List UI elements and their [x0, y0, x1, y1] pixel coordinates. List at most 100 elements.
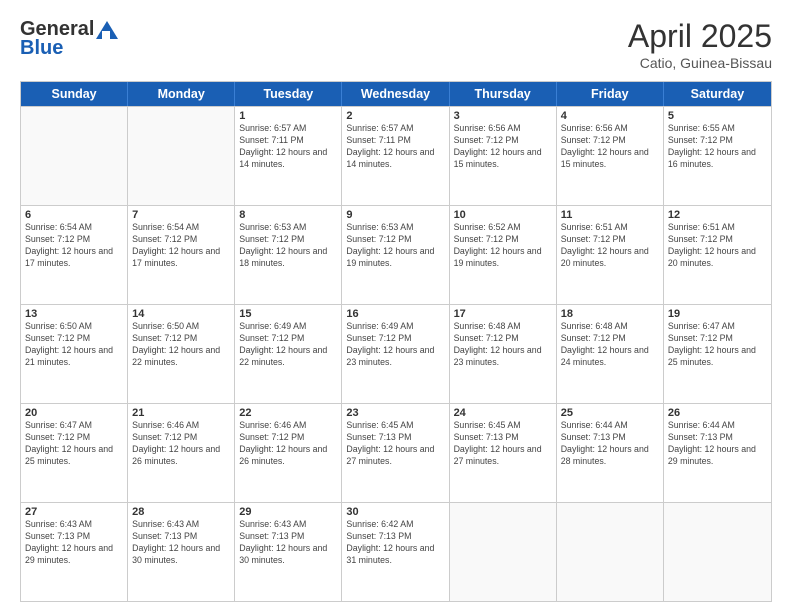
calendar-cell: 4Sunrise: 6:56 AM Sunset: 7:12 PM Daylig… — [557, 107, 664, 205]
calendar-cell: 29Sunrise: 6:43 AM Sunset: 7:13 PM Dayli… — [235, 503, 342, 601]
day-number: 3 — [454, 110, 552, 122]
day-info: Sunrise: 6:43 AM Sunset: 7:13 PM Dayligh… — [239, 519, 337, 567]
calendar-cell — [664, 503, 771, 601]
day-info: Sunrise: 6:45 AM Sunset: 7:13 PM Dayligh… — [346, 420, 444, 468]
day-info: Sunrise: 6:51 AM Sunset: 7:12 PM Dayligh… — [561, 222, 659, 270]
day-info: Sunrise: 6:50 AM Sunset: 7:12 PM Dayligh… — [25, 321, 123, 369]
day-info: Sunrise: 6:57 AM Sunset: 7:11 PM Dayligh… — [346, 123, 444, 171]
day-info: Sunrise: 6:46 AM Sunset: 7:12 PM Dayligh… — [132, 420, 230, 468]
header-day-saturday: Saturday — [664, 82, 771, 106]
calendar-cell: 10Sunrise: 6:52 AM Sunset: 7:12 PM Dayli… — [450, 206, 557, 304]
calendar-cell: 16Sunrise: 6:49 AM Sunset: 7:12 PM Dayli… — [342, 305, 449, 403]
day-info: Sunrise: 6:45 AM Sunset: 7:13 PM Dayligh… — [454, 420, 552, 468]
day-number: 8 — [239, 209, 337, 221]
calendar-cell — [128, 107, 235, 205]
calendar-cell: 8Sunrise: 6:53 AM Sunset: 7:12 PM Daylig… — [235, 206, 342, 304]
calendar-cell: 21Sunrise: 6:46 AM Sunset: 7:12 PM Dayli… — [128, 404, 235, 502]
day-info: Sunrise: 6:44 AM Sunset: 7:13 PM Dayligh… — [561, 420, 659, 468]
calendar-cell: 24Sunrise: 6:45 AM Sunset: 7:13 PM Dayli… — [450, 404, 557, 502]
calendar-cell: 12Sunrise: 6:51 AM Sunset: 7:12 PM Dayli… — [664, 206, 771, 304]
day-number: 24 — [454, 407, 552, 419]
day-number: 7 — [132, 209, 230, 221]
calendar-week-2: 6Sunrise: 6:54 AM Sunset: 7:12 PM Daylig… — [21, 205, 771, 304]
header-day-friday: Friday — [557, 82, 664, 106]
calendar-cell: 7Sunrise: 6:54 AM Sunset: 7:12 PM Daylig… — [128, 206, 235, 304]
day-info: Sunrise: 6:51 AM Sunset: 7:12 PM Dayligh… — [668, 222, 767, 270]
day-info: Sunrise: 6:44 AM Sunset: 7:13 PM Dayligh… — [668, 420, 767, 468]
day-number: 13 — [25, 308, 123, 320]
day-number: 28 — [132, 506, 230, 518]
calendar-cell: 28Sunrise: 6:43 AM Sunset: 7:13 PM Dayli… — [128, 503, 235, 601]
calendar-cell: 18Sunrise: 6:48 AM Sunset: 7:12 PM Dayli… — [557, 305, 664, 403]
day-info: Sunrise: 6:46 AM Sunset: 7:12 PM Dayligh… — [239, 420, 337, 468]
day-info: Sunrise: 6:53 AM Sunset: 7:12 PM Dayligh… — [346, 222, 444, 270]
day-number: 11 — [561, 209, 659, 221]
page: General Blue April 2025 Catio, Guinea-Bi… — [0, 0, 792, 612]
day-number: 5 — [668, 110, 767, 122]
calendar-cell: 27Sunrise: 6:43 AM Sunset: 7:13 PM Dayli… — [21, 503, 128, 601]
calendar-week-5: 27Sunrise: 6:43 AM Sunset: 7:13 PM Dayli… — [21, 502, 771, 601]
logo-blue-text: Blue — [20, 37, 63, 60]
calendar-week-3: 13Sunrise: 6:50 AM Sunset: 7:12 PM Dayli… — [21, 304, 771, 403]
day-info: Sunrise: 6:52 AM Sunset: 7:12 PM Dayligh… — [454, 222, 552, 270]
day-number: 16 — [346, 308, 444, 320]
day-info: Sunrise: 6:54 AM Sunset: 7:12 PM Dayligh… — [25, 222, 123, 270]
header-day-thursday: Thursday — [450, 82, 557, 106]
calendar-week-1: 1Sunrise: 6:57 AM Sunset: 7:11 PM Daylig… — [21, 106, 771, 205]
day-number: 17 — [454, 308, 552, 320]
header: General Blue April 2025 Catio, Guinea-Bi… — [20, 18, 772, 71]
day-info: Sunrise: 6:54 AM Sunset: 7:12 PM Dayligh… — [132, 222, 230, 270]
day-info: Sunrise: 6:56 AM Sunset: 7:12 PM Dayligh… — [454, 123, 552, 171]
title-block: April 2025 Catio, Guinea-Bissau — [628, 18, 772, 71]
day-info: Sunrise: 6:50 AM Sunset: 7:12 PM Dayligh… — [132, 321, 230, 369]
calendar-cell: 15Sunrise: 6:49 AM Sunset: 7:12 PM Dayli… — [235, 305, 342, 403]
day-number: 30 — [346, 506, 444, 518]
calendar-cell — [557, 503, 664, 601]
day-info: Sunrise: 6:57 AM Sunset: 7:11 PM Dayligh… — [239, 123, 337, 171]
day-number: 18 — [561, 308, 659, 320]
calendar-cell: 25Sunrise: 6:44 AM Sunset: 7:13 PM Dayli… — [557, 404, 664, 502]
calendar-cell: 19Sunrise: 6:47 AM Sunset: 7:12 PM Dayli… — [664, 305, 771, 403]
calendar-week-4: 20Sunrise: 6:47 AM Sunset: 7:12 PM Dayli… — [21, 403, 771, 502]
header-day-tuesday: Tuesday — [235, 82, 342, 106]
calendar-cell: 11Sunrise: 6:51 AM Sunset: 7:12 PM Dayli… — [557, 206, 664, 304]
calendar-cell — [450, 503, 557, 601]
calendar-title: April 2025 — [628, 18, 772, 55]
calendar-cell: 2Sunrise: 6:57 AM Sunset: 7:11 PM Daylig… — [342, 107, 449, 205]
calendar-cell: 9Sunrise: 6:53 AM Sunset: 7:12 PM Daylig… — [342, 206, 449, 304]
day-info: Sunrise: 6:56 AM Sunset: 7:12 PM Dayligh… — [561, 123, 659, 171]
header-day-wednesday: Wednesday — [342, 82, 449, 106]
day-number: 22 — [239, 407, 337, 419]
day-number: 12 — [668, 209, 767, 221]
header-day-sunday: Sunday — [21, 82, 128, 106]
calendar-cell: 22Sunrise: 6:46 AM Sunset: 7:12 PM Dayli… — [235, 404, 342, 502]
day-info: Sunrise: 6:53 AM Sunset: 7:12 PM Dayligh… — [239, 222, 337, 270]
day-info: Sunrise: 6:42 AM Sunset: 7:13 PM Dayligh… — [346, 519, 444, 567]
day-info: Sunrise: 6:49 AM Sunset: 7:12 PM Dayligh… — [346, 321, 444, 369]
day-number: 4 — [561, 110, 659, 122]
day-info: Sunrise: 6:43 AM Sunset: 7:13 PM Dayligh… — [25, 519, 123, 567]
header-day-monday: Monday — [128, 82, 235, 106]
day-number: 25 — [561, 407, 659, 419]
day-number: 15 — [239, 308, 337, 320]
day-number: 20 — [25, 407, 123, 419]
calendar-cell: 17Sunrise: 6:48 AM Sunset: 7:12 PM Dayli… — [450, 305, 557, 403]
day-number: 21 — [132, 407, 230, 419]
day-number: 14 — [132, 308, 230, 320]
calendar-cell: 5Sunrise: 6:55 AM Sunset: 7:12 PM Daylig… — [664, 107, 771, 205]
calendar-cell: 6Sunrise: 6:54 AM Sunset: 7:12 PM Daylig… — [21, 206, 128, 304]
day-number: 1 — [239, 110, 337, 122]
day-info: Sunrise: 6:47 AM Sunset: 7:12 PM Dayligh… — [668, 321, 767, 369]
day-number: 6 — [25, 209, 123, 221]
calendar-cell: 14Sunrise: 6:50 AM Sunset: 7:12 PM Dayli… — [128, 305, 235, 403]
day-number: 27 — [25, 506, 123, 518]
calendar-header-row: SundayMondayTuesdayWednesdayThursdayFrid… — [21, 82, 771, 106]
calendar-body: 1Sunrise: 6:57 AM Sunset: 7:11 PM Daylig… — [21, 106, 771, 601]
day-number: 2 — [346, 110, 444, 122]
day-info: Sunrise: 6:49 AM Sunset: 7:12 PM Dayligh… — [239, 321, 337, 369]
day-number: 26 — [668, 407, 767, 419]
calendar-cell: 13Sunrise: 6:50 AM Sunset: 7:12 PM Dayli… — [21, 305, 128, 403]
logo: General Blue — [20, 18, 118, 60]
calendar-cell — [21, 107, 128, 205]
day-info: Sunrise: 6:55 AM Sunset: 7:12 PM Dayligh… — [668, 123, 767, 171]
